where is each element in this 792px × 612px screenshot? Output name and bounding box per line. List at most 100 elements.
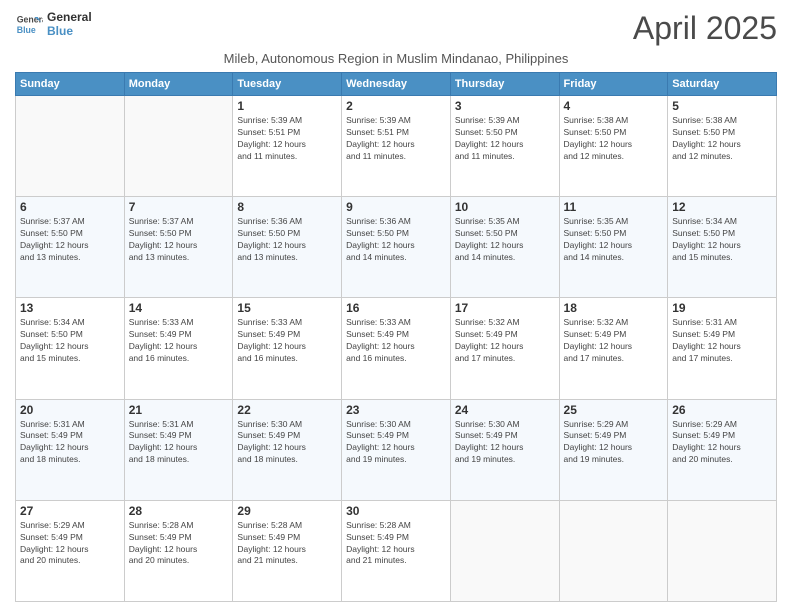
calendar-cell: 6Sunrise: 5:37 AM Sunset: 5:50 PM Daylig… (16, 197, 125, 298)
day-info: Sunrise: 5:28 AM Sunset: 5:49 PM Dayligh… (346, 520, 446, 568)
calendar-header-row: Sunday Monday Tuesday Wednesday Thursday… (16, 73, 777, 96)
calendar-cell: 19Sunrise: 5:31 AM Sunset: 5:49 PM Dayli… (668, 298, 777, 399)
day-number: 12 (672, 200, 772, 214)
calendar-cell: 15 Sunrise: 5:33 AM Sunset: 5:49 PM Dayli… (233, 298, 342, 399)
logo-line1: General (47, 10, 92, 24)
calendar-cell: 5Sunrise: 5:38 AM Sunset: 5:50 PM Daylig… (668, 96, 777, 197)
calendar-cell (124, 96, 233, 197)
day-info: Sunrise: 5:34 AM Sunset: 5:50 PM Dayligh… (20, 317, 120, 365)
col-friday: Friday (559, 73, 668, 96)
header: General Blue General Blue April 2025 (15, 10, 777, 47)
day-info: Sunrise: 5:31 AM Sunset: 5:49 PM Dayligh… (20, 419, 120, 467)
day-number: 18 (564, 301, 664, 315)
calendar-cell: 25 Sunrise: 5:29 AM Sunset: 5:49 PM Dayli… (559, 399, 668, 500)
day-number: 17 (455, 301, 555, 315)
calendar-week-3: 13 Sunrise: 5:34 AM Sunset: 5:50 PM Dayli… (16, 298, 777, 399)
day-info: Sunrise: 5:33 AM Sunset: 5:49 PM Dayligh… (129, 317, 229, 365)
day-number: 4 (564, 99, 664, 113)
calendar-cell: 12 Sunrise: 5:34 AM Sunset: 5:50 PM Dayli… (668, 197, 777, 298)
logo-icon: General Blue (15, 10, 43, 38)
day-number: 16 (346, 301, 446, 315)
day-number: 27 (20, 504, 120, 518)
day-number: 20 (20, 403, 120, 417)
title-section: April 2025 (633, 10, 777, 47)
calendar-week-5: 27Sunrise: 5:29 AM Sunset: 5:49 PM Dayli… (16, 500, 777, 601)
day-number: 3 (455, 99, 555, 113)
day-info: Sunrise: 5:36 AM Sunset: 5:50 PM Dayligh… (346, 216, 446, 264)
day-number: 2 (346, 99, 446, 113)
day-info: Sunrise: 5:30 AM Sunset: 5:49 PM Dayligh… (455, 419, 555, 467)
calendar-cell: 2 Sunrise: 5:39 AM Sunset: 5:51 PM Daylig… (342, 96, 451, 197)
day-info: Sunrise: 5:37 AM Sunset: 5:50 PM Dayligh… (129, 216, 229, 264)
calendar-week-4: 20 Sunrise: 5:31 AM Sunset: 5:49 PM Dayli… (16, 399, 777, 500)
calendar-cell (450, 500, 559, 601)
day-info: Sunrise: 5:33 AM Sunset: 5:49 PM Dayligh… (237, 317, 337, 365)
calendar-cell: 4 Sunrise: 5:38 AM Sunset: 5:50 PM Daylig… (559, 96, 668, 197)
calendar-cell: 9 Sunrise: 5:36 AM Sunset: 5:50 PM Daylig… (342, 197, 451, 298)
calendar-cell: 28 Sunrise: 5:28 AM Sunset: 5:49 PM Dayli… (124, 500, 233, 601)
day-number: 22 (237, 403, 337, 417)
day-number: 25 (564, 403, 664, 417)
calendar-week-1: 1 Sunrise: 5:39 AM Sunset: 5:51 PM Daylig… (16, 96, 777, 197)
calendar-cell: 8 Sunrise: 5:36 AM Sunset: 5:50 PM Daylig… (233, 197, 342, 298)
day-info: Sunrise: 5:39 AM Sunset: 5:51 PM Dayligh… (237, 115, 337, 163)
day-info: Sunrise: 5:39 AM Sunset: 5:50 PM Dayligh… (455, 115, 555, 163)
day-number: 14 (129, 301, 229, 315)
day-number: 26 (672, 403, 772, 417)
day-number: 11 (564, 200, 664, 214)
col-wednesday: Wednesday (342, 73, 451, 96)
logo-line2: Blue (47, 24, 92, 38)
calendar-cell (559, 500, 668, 601)
calendar-cell: 22 Sunrise: 5:30 AM Sunset: 5:49 PM Dayli… (233, 399, 342, 500)
day-number: 13 (20, 301, 120, 315)
day-number: 30 (346, 504, 446, 518)
day-number: 23 (346, 403, 446, 417)
day-number: 29 (237, 504, 337, 518)
day-number: 10 (455, 200, 555, 214)
calendar-cell: 17 Sunrise: 5:32 AM Sunset: 5:49 PM Dayli… (450, 298, 559, 399)
day-info: Sunrise: 5:38 AM Sunset: 5:50 PM Dayligh… (564, 115, 664, 163)
calendar-cell (16, 96, 125, 197)
day-number: 9 (346, 200, 446, 214)
day-info: Sunrise: 5:36 AM Sunset: 5:50 PM Dayligh… (237, 216, 337, 264)
col-tuesday: Tuesday (233, 73, 342, 96)
calendar-cell: 29 Sunrise: 5:28 AM Sunset: 5:49 PM Dayli… (233, 500, 342, 601)
day-info: Sunrise: 5:34 AM Sunset: 5:50 PM Dayligh… (672, 216, 772, 264)
calendar-cell: 14 Sunrise: 5:33 AM Sunset: 5:49 PM Dayli… (124, 298, 233, 399)
day-info: Sunrise: 5:30 AM Sunset: 5:49 PM Dayligh… (237, 419, 337, 467)
calendar-cell: 13 Sunrise: 5:34 AM Sunset: 5:50 PM Dayli… (16, 298, 125, 399)
day-number: 5 (672, 99, 772, 113)
calendar-cell: 24Sunrise: 5:30 AM Sunset: 5:49 PM Dayli… (450, 399, 559, 500)
calendar-cell: 30 Sunrise: 5:28 AM Sunset: 5:49 PM Dayli… (342, 500, 451, 601)
day-info: Sunrise: 5:32 AM Sunset: 5:49 PM Dayligh… (455, 317, 555, 365)
calendar-cell: 21Sunrise: 5:31 AM Sunset: 5:49 PM Dayli… (124, 399, 233, 500)
subtitle: Mileb, Autonomous Region in Muslim Minda… (15, 51, 777, 66)
calendar-cell: 1 Sunrise: 5:39 AM Sunset: 5:51 PM Daylig… (233, 96, 342, 197)
day-number: 28 (129, 504, 229, 518)
calendar-cell: 3 Sunrise: 5:39 AM Sunset: 5:50 PM Daylig… (450, 96, 559, 197)
day-info: Sunrise: 5:29 AM Sunset: 5:49 PM Dayligh… (564, 419, 664, 467)
col-saturday: Saturday (668, 73, 777, 96)
calendar-cell: 7Sunrise: 5:37 AM Sunset: 5:50 PM Daylig… (124, 197, 233, 298)
calendar-cell: 18Sunrise: 5:32 AM Sunset: 5:49 PM Dayli… (559, 298, 668, 399)
calendar-cell: 26Sunrise: 5:29 AM Sunset: 5:49 PM Dayli… (668, 399, 777, 500)
page: General Blue General Blue April 2025 Mil… (0, 0, 792, 612)
day-info: Sunrise: 5:35 AM Sunset: 5:50 PM Dayligh… (564, 216, 664, 264)
day-number: 15 (237, 301, 337, 315)
day-number: 6 (20, 200, 120, 214)
day-number: 8 (237, 200, 337, 214)
day-number: 21 (129, 403, 229, 417)
day-info: Sunrise: 5:31 AM Sunset: 5:49 PM Dayligh… (672, 317, 772, 365)
month-title: April 2025 (633, 10, 777, 47)
calendar-week-2: 6 Sunrise: 5:37 AM Sunset: 5:50 PM Daylig… (16, 197, 777, 298)
day-number: 1 (237, 99, 337, 113)
day-info: Sunrise: 5:35 AM Sunset: 5:50 PM Dayligh… (455, 216, 555, 264)
day-info: Sunrise: 5:28 AM Sunset: 5:49 PM Dayligh… (129, 520, 229, 568)
col-monday: Monday (124, 73, 233, 96)
day-info: Sunrise: 5:39 AM Sunset: 5:51 PM Dayligh… (346, 115, 446, 163)
day-info: Sunrise: 5:28 AM Sunset: 5:49 PM Dayligh… (237, 520, 337, 568)
col-thursday: Thursday (450, 73, 559, 96)
calendar-cell: 20 Sunrise: 5:31 AM Sunset: 5:49 PM Dayli… (16, 399, 125, 500)
logo: General Blue General Blue (15, 10, 92, 38)
calendar-cell: 16Sunrise: 5:33 AM Sunset: 5:49 PM Dayli… (342, 298, 451, 399)
